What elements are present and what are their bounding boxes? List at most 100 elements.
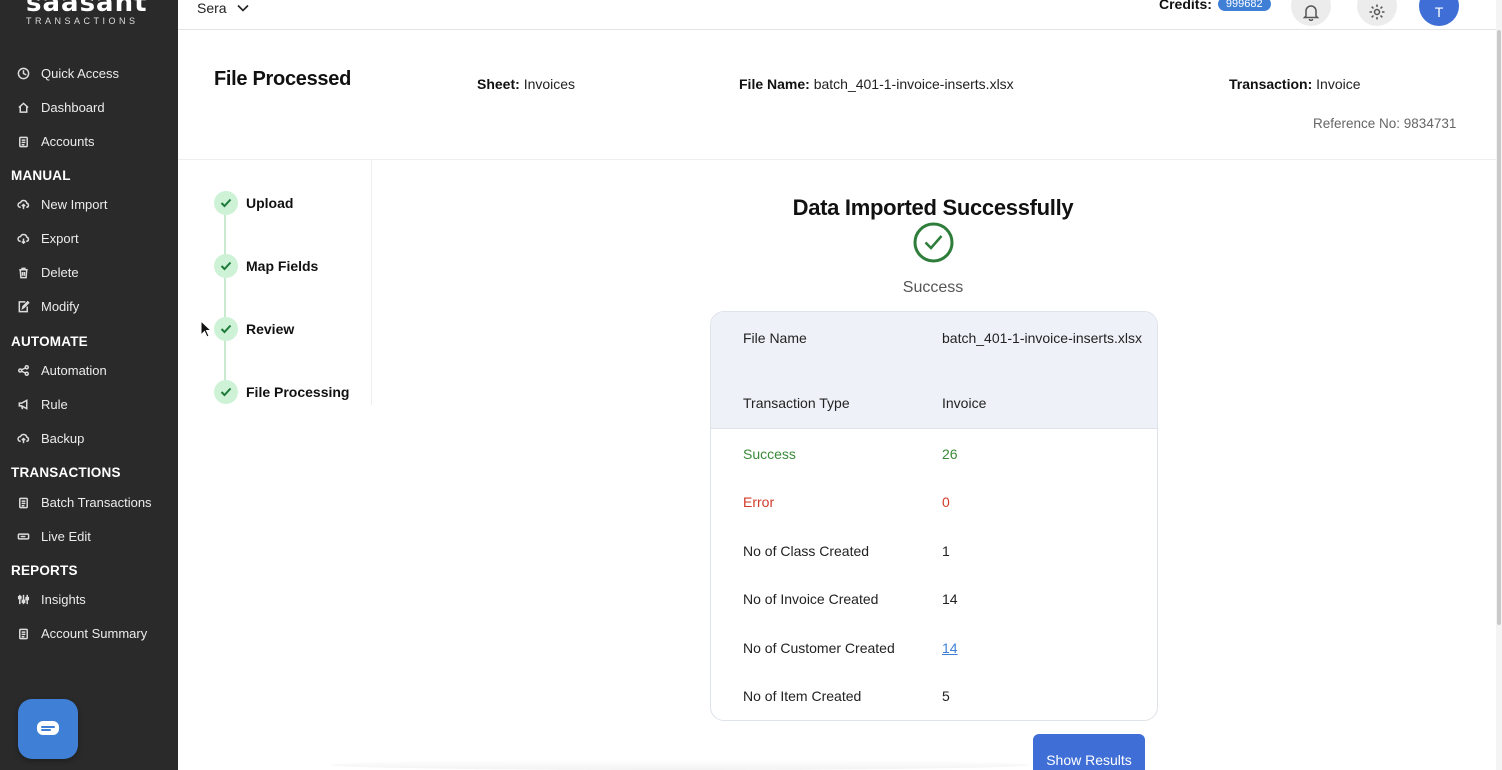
chat-icon [37,721,59,735]
section-title-reports: REPORTS [11,563,78,578]
sidebar-item-label: Quick Access [41,65,120,81]
sidebar-item-label: Export [41,230,79,246]
sidebar-item-quick-access[interactable]: Quick Access [16,63,119,83]
scrollbar[interactable] [1496,0,1502,770]
org-selector[interactable]: Sera [197,0,249,16]
notifications-button[interactable] [1291,0,1331,26]
sidebar-item-label: Insights [41,591,86,607]
row-label: Error [743,494,775,510]
results-card: File Name batch_401-1-invoice-inserts.xl… [710,311,1158,721]
row-value: 5 [942,688,950,704]
steps-connector [224,213,226,393]
step-label: Upload [246,195,294,211]
step-review[interactable]: Review [214,317,294,341]
steps-divider [371,160,372,405]
step-map-fields[interactable]: Map Fields [214,254,318,278]
sidebar-item-live-edit[interactable]: Live Edit [16,526,91,546]
sidebar-item-label: Dashboard [41,99,105,115]
row-value: Invoice [942,395,987,411]
file-info: File Name: batch_401-1-invoice-inserts.x… [739,76,1014,92]
gear-icon [1369,4,1385,20]
sheet-value: Invoices [523,76,576,92]
clipboard-icon [16,495,30,509]
show-results-button[interactable]: Show Results [1033,734,1145,770]
transaction-info: Transaction: Invoice [1229,76,1361,92]
clipboard-icon [16,134,30,148]
mouse-cursor-icon [200,320,212,338]
row-value: 14 [942,591,958,607]
success-title: Data Imported Successfully [792,195,1074,220]
transaction-label: Transaction: [1229,76,1313,92]
row-label: Transaction Type [743,395,850,411]
cloud-download-icon [16,231,30,245]
sidebar-item-rule[interactable]: Rule [16,394,68,414]
sidebar-item-label: Modify [41,298,80,314]
step-label: Review [246,321,295,337]
step-file-processing[interactable]: File Processing [214,380,349,404]
chat-button[interactable] [18,699,78,759]
check-icon [214,380,238,404]
row-value: batch_401-1-invoice-inserts.xlsx [942,330,1142,346]
sidebar-item-insights[interactable]: Insights [16,589,86,609]
file-name-value: batch_401-1-invoice-inserts.xlsx [813,76,1014,92]
sidebar-item-label: Batch Transactions [41,494,152,510]
section-title-automate: AUTOMATE [11,334,88,349]
sidebar-item-modify[interactable]: Modify [16,296,79,316]
trash-icon [16,265,30,279]
success-check-icon [913,222,954,263]
check-icon [214,191,238,215]
sidebar-item-account-summary[interactable]: Account Summary [16,623,147,643]
sidebar-item-label: Delete [41,264,79,280]
step-label: Map Fields [246,258,319,274]
sidebar-item-automation[interactable]: Automation [16,360,107,380]
sidebar-item-backup[interactable]: Backup [16,428,84,448]
sidebar-item-batch-transactions[interactable]: Batch Transactions [16,492,152,512]
row-label: No of Customer Created [743,640,895,656]
file-name-label: File Name: [739,76,810,92]
divider [178,159,1496,160]
sidebar-item-label: Rule [41,396,68,412]
logo[interactable]: saasant TRANSACTIONS [26,0,150,32]
chevron-down-icon [237,4,249,12]
customer-count-link[interactable]: 14 [942,640,958,656]
sidebar-item-label: Account Summary [41,625,148,641]
row-value: 1 [942,543,950,559]
bell-icon [1302,5,1320,21]
section-title-transactions: TRANSACTIONS [11,465,121,480]
scrollbar-thumb[interactable] [1497,30,1501,625]
sidebar-item-label: Live Edit [41,528,91,544]
topbar: Sera Credits: 999682 T [178,0,1502,30]
reference-number: Reference No: 9834731 [1313,116,1457,131]
sidebar-item-export[interactable]: Export [16,228,79,248]
step-upload[interactable]: Upload [214,191,293,215]
cloud-icon [16,431,30,445]
settings-button[interactable] [1357,0,1397,26]
sidebar-item-label: Automation [41,362,107,378]
status-text: Success [902,279,964,296]
logo-subtext: TRANSACTIONS [26,16,139,26]
edit-icon [16,299,30,313]
sidebar: saasant TRANSACTIONS Quick Access Dashbo… [0,0,178,770]
avatar[interactable]: T [1419,0,1459,26]
sidebar-item-dashboard[interactable]: Dashboard [16,97,105,117]
clipboard-icon [16,626,30,640]
credits-label: Credits: [1159,0,1212,12]
live-edit-icon [16,529,30,543]
sheet-info: Sheet: Invoices [477,76,575,92]
sliders-icon [16,592,30,606]
sidebar-item-new-import[interactable]: New Import [16,194,107,214]
row-label: No of Class Created [743,543,870,559]
row-label: Success [743,446,796,462]
sidebar-item-accounts[interactable]: Accounts [16,131,94,151]
sidebar-item-label: Accounts [41,133,95,149]
row-value: 0 [942,494,950,510]
home-icon [16,100,30,114]
credits-badge: 999682 [1217,0,1271,11]
row-label: No of Item Created [743,688,862,704]
check-icon [214,317,238,341]
section-title-manual: MANUAL [11,168,71,183]
sidebar-item-delete[interactable]: Delete [16,262,79,282]
row-label: File Name [743,330,807,346]
quick-access-icon [16,66,30,80]
megaphone-icon [16,397,30,411]
